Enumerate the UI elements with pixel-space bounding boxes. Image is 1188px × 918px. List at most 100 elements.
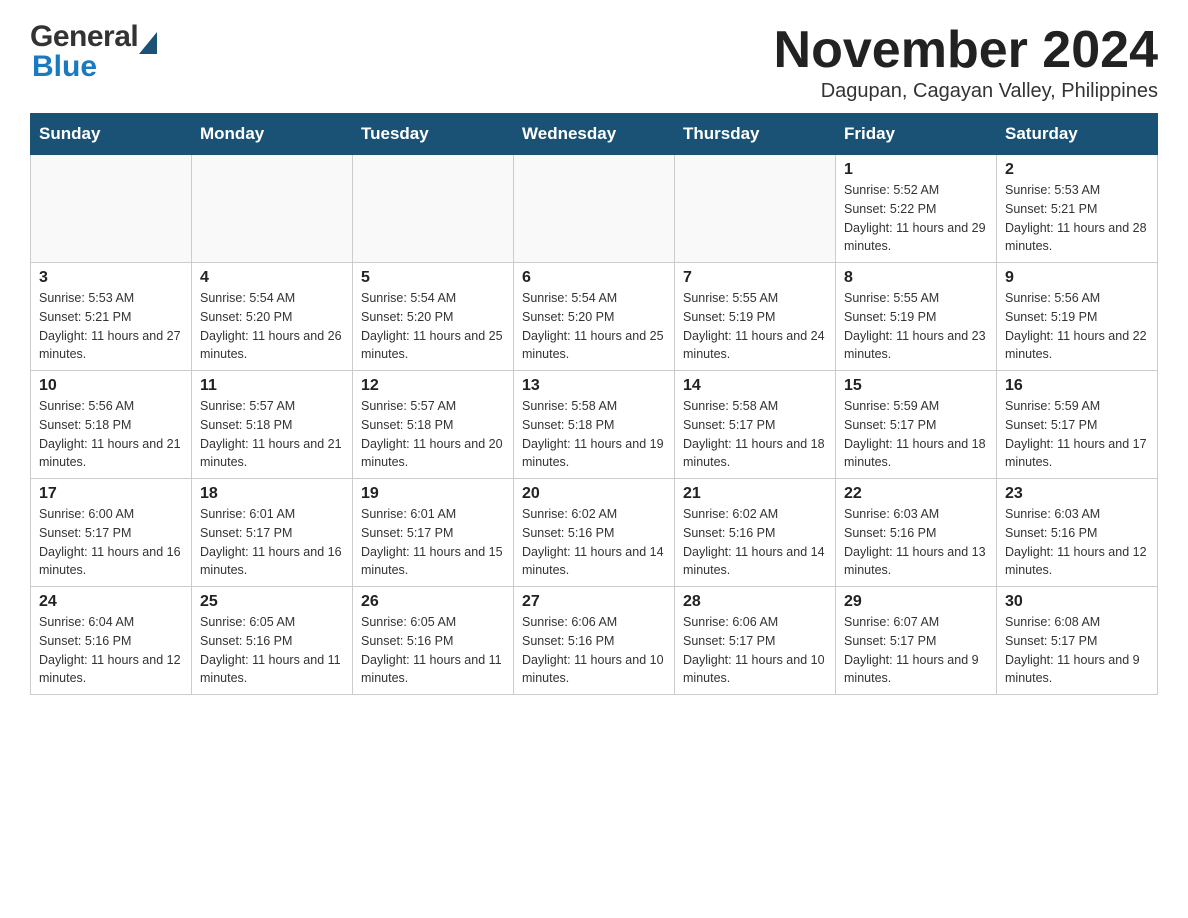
calendar-cell-w2-d6: 8 Sunrise: 5:55 AM Sunset: 5:19 PM Daylig… [836,263,997,371]
col-thursday: Thursday [675,114,836,155]
logo-arrow-icon [139,32,157,54]
col-tuesday: Tuesday [353,114,514,155]
day-number: 27 [522,593,666,611]
day-number: 6 [522,269,666,287]
day-info: Sunrise: 5:59 AM Sunset: 5:17 PM Dayligh… [844,397,988,472]
day-info: Sunrise: 5:54 AM Sunset: 5:20 PM Dayligh… [200,289,344,364]
day-info: Sunrise: 6:08 AM Sunset: 5:17 PM Dayligh… [1005,613,1149,688]
calendar-cell-w1-d1 [31,155,192,263]
calendar-cell-w2-d3: 5Sunrise: 5:54 AM Sunset: 5:20 PM Daylig… [353,263,514,371]
col-monday: Monday [192,114,353,155]
day-number: 25 [200,593,344,611]
day-info: Sunrise: 6:03 AM Sunset: 5:16 PM Dayligh… [1005,505,1149,580]
logo: General Blue [30,20,157,84]
calendar-cell-w5-d5: 28Sunrise: 6:06 AM Sunset: 5:17 PM Dayli… [675,587,836,695]
calendar-cell-w5-d4: 27 Sunrise: 6:06 AM Sunset: 5:16 PM Dayli… [514,587,675,695]
calendar-cell-w4-d3: 19 Sunrise: 6:01 AM Sunset: 5:17 PM Dayli… [353,479,514,587]
day-number: 7 [683,269,827,287]
location-text: Dagupan, Cagayan Valley, Philippines [774,80,1158,103]
col-sunday: Sunday [31,114,192,155]
calendar-header-row: Sunday Monday Tuesday Wednesday Thursday… [31,114,1158,155]
day-info: Sunrise: 6:02 AM Sunset: 5:16 PM Dayligh… [522,505,666,580]
calendar-cell-w4-d2: 18Sunrise: 6:01 AM Sunset: 5:17 PM Dayli… [192,479,353,587]
day-number: 20 [522,485,666,503]
day-number: 14 [683,377,827,395]
calendar-cell-w2-d5: 7 Sunrise: 5:55 AM Sunset: 5:19 PM Daylig… [675,263,836,371]
day-number: 18 [200,485,344,503]
day-number: 28 [683,593,827,611]
day-number: 2 [1005,161,1149,179]
day-number: 22 [844,485,988,503]
day-number: 11 [200,377,344,395]
calendar-cell-w5-d3: 26 Sunrise: 6:05 AM Sunset: 5:16 PM Dayli… [353,587,514,695]
day-info: Sunrise: 6:06 AM Sunset: 5:16 PM Dayligh… [522,613,666,688]
calendar-cell-w3-d2: 11 Sunrise: 5:57 AM Sunset: 5:18 PM Dayli… [192,371,353,479]
day-info: Sunrise: 5:54 AM Sunset: 5:20 PM Dayligh… [522,289,666,364]
calendar-cell-w1-d3 [353,155,514,263]
calendar-week-5: 24Sunrise: 6:04 AM Sunset: 5:16 PM Dayli… [31,587,1158,695]
calendar-cell-w5-d7: 30 Sunrise: 6:08 AM Sunset: 5:17 PM Dayli… [997,587,1158,695]
day-info: Sunrise: 6:02 AM Sunset: 5:16 PM Dayligh… [683,505,827,580]
calendar-cell-w3-d3: 12Sunrise: 5:57 AM Sunset: 5:18 PM Dayli… [353,371,514,479]
day-number: 9 [1005,269,1149,287]
day-number: 10 [39,377,183,395]
page-header: General Blue November 2024 Dagupan, Caga… [30,20,1158,103]
calendar-week-2: 3 Sunrise: 5:53 AM Sunset: 5:21 PM Daylig… [31,263,1158,371]
calendar-week-3: 10 Sunrise: 5:56 AM Sunset: 5:18 PM Dayli… [31,371,1158,479]
logo-general-text: General [30,20,138,54]
day-number: 12 [361,377,505,395]
day-number: 23 [1005,485,1149,503]
calendar-cell-w5-d1: 24Sunrise: 6:04 AM Sunset: 5:16 PM Dayli… [31,587,192,695]
day-info: Sunrise: 6:05 AM Sunset: 5:16 PM Dayligh… [200,613,344,688]
day-info: Sunrise: 5:56 AM Sunset: 5:19 PM Dayligh… [1005,289,1149,364]
month-title: November 2024 [774,20,1158,80]
calendar-cell-w1-d6: 1 Sunrise: 5:52 AM Sunset: 5:22 PM Daylig… [836,155,997,263]
calendar-cell-w3-d7: 16Sunrise: 5:59 AM Sunset: 5:17 PM Dayli… [997,371,1158,479]
col-friday: Friday [836,114,997,155]
calendar-cell-w2-d4: 6 Sunrise: 5:54 AM Sunset: 5:20 PM Daylig… [514,263,675,371]
logo-blue-text: Blue [32,50,97,84]
day-info: Sunrise: 5:53 AM Sunset: 5:21 PM Dayligh… [39,289,183,364]
calendar-cell-w4-d7: 23 Sunrise: 6:03 AM Sunset: 5:16 PM Dayli… [997,479,1158,587]
day-info: Sunrise: 5:53 AM Sunset: 5:21 PM Dayligh… [1005,181,1149,256]
day-info: Sunrise: 5:56 AM Sunset: 5:18 PM Dayligh… [39,397,183,472]
day-info: Sunrise: 5:58 AM Sunset: 5:17 PM Dayligh… [683,397,827,472]
day-info: Sunrise: 5:55 AM Sunset: 5:19 PM Dayligh… [683,289,827,364]
calendar-cell-w1-d4 [514,155,675,263]
day-info: Sunrise: 6:01 AM Sunset: 5:17 PM Dayligh… [361,505,505,580]
day-number: 16 [1005,377,1149,395]
calendar-week-4: 17 Sunrise: 6:00 AM Sunset: 5:17 PM Dayli… [31,479,1158,587]
calendar-cell-w5-d6: 29 Sunrise: 6:07 AM Sunset: 5:17 PM Dayli… [836,587,997,695]
col-saturday: Saturday [997,114,1158,155]
day-number: 1 [844,161,988,179]
day-number: 30 [1005,593,1149,611]
calendar-cell-w4-d6: 22Sunrise: 6:03 AM Sunset: 5:16 PM Dayli… [836,479,997,587]
calendar-cell-w3-d6: 15Sunrise: 5:59 AM Sunset: 5:17 PM Dayli… [836,371,997,479]
day-number: 29 [844,593,988,611]
day-info: Sunrise: 5:54 AM Sunset: 5:20 PM Dayligh… [361,289,505,364]
day-number: 3 [39,269,183,287]
day-info: Sunrise: 5:52 AM Sunset: 5:22 PM Dayligh… [844,181,988,256]
calendar-week-1: 1 Sunrise: 5:52 AM Sunset: 5:22 PM Daylig… [31,155,1158,263]
day-number: 19 [361,485,505,503]
day-number: 21 [683,485,827,503]
day-info: Sunrise: 6:05 AM Sunset: 5:16 PM Dayligh… [361,613,505,688]
title-section: November 2024 Dagupan, Cagayan Valley, P… [774,20,1158,103]
day-number: 26 [361,593,505,611]
day-number: 4 [200,269,344,287]
calendar-cell-w3-d4: 13Sunrise: 5:58 AM Sunset: 5:18 PM Dayli… [514,371,675,479]
day-info: Sunrise: 6:04 AM Sunset: 5:16 PM Dayligh… [39,613,183,688]
calendar-cell-w3-d5: 14 Sunrise: 5:58 AM Sunset: 5:17 PM Dayli… [675,371,836,479]
day-info: Sunrise: 5:55 AM Sunset: 5:19 PM Dayligh… [844,289,988,364]
calendar-cell-w3-d1: 10 Sunrise: 5:56 AM Sunset: 5:18 PM Dayli… [31,371,192,479]
calendar-cell-w1-d5 [675,155,836,263]
day-info: Sunrise: 6:00 AM Sunset: 5:17 PM Dayligh… [39,505,183,580]
calendar-cell-w4-d5: 21 Sunrise: 6:02 AM Sunset: 5:16 PM Dayli… [675,479,836,587]
day-number: 17 [39,485,183,503]
day-info: Sunrise: 6:07 AM Sunset: 5:17 PM Dayligh… [844,613,988,688]
col-wednesday: Wednesday [514,114,675,155]
day-number: 8 [844,269,988,287]
calendar-table: Sunday Monday Tuesday Wednesday Thursday… [30,113,1158,695]
day-info: Sunrise: 5:57 AM Sunset: 5:18 PM Dayligh… [200,397,344,472]
calendar-cell-w2-d1: 3 Sunrise: 5:53 AM Sunset: 5:21 PM Daylig… [31,263,192,371]
